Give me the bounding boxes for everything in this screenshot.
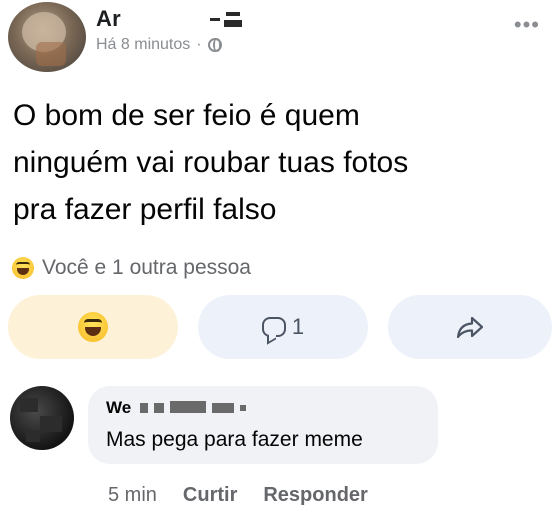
- haha-icon: [12, 257, 34, 279]
- like-comment-link[interactable]: Curtir: [183, 484, 237, 507]
- commenter-name-redaction: [140, 401, 264, 415]
- author-name[interactable]: Ar: [96, 6, 121, 32]
- post-meta: Há 8 minutos ·: [96, 36, 222, 54]
- comment-icon: [261, 317, 286, 337]
- author-avatar[interactable]: [8, 2, 86, 72]
- commenter-name[interactable]: We: [106, 398, 131, 418]
- post-text: O bom de ser feio é quem ninguém vai rou…: [13, 99, 409, 226]
- comment-actions: 5 min Curtir Responder: [108, 484, 368, 507]
- comment-count: 1: [291, 314, 305, 339]
- share-button[interactable]: [388, 295, 552, 359]
- reactions-summary-text: Você e 1 outra pessoa: [42, 256, 251, 279]
- comment-bubble: [88, 386, 438, 464]
- comment-time[interactable]: 5 min: [108, 484, 157, 507]
- comment-button[interactable]: 1: [198, 295, 368, 359]
- react-button[interactable]: [8, 295, 178, 359]
- share-icon: [456, 316, 484, 339]
- avatar-blur: [36, 42, 66, 66]
- facebook-post: Ar Há 8 minutos · ••• O bom de ser feio …: [0, 0, 552, 514]
- post-time[interactable]: Há 8 minutos: [96, 36, 190, 54]
- comment-text: Mas pega para fazer meme: [106, 428, 363, 451]
- meta-separator: ·: [196, 36, 202, 53]
- reactions-summary[interactable]: Você e 1 outra pessoa: [12, 256, 251, 280]
- haha-icon: [78, 312, 108, 342]
- reply-comment-link[interactable]: Responder: [263, 484, 367, 507]
- name-redaction: [208, 12, 242, 28]
- more-icon[interactable]: •••: [514, 14, 540, 36]
- commenter-avatar[interactable]: [10, 386, 74, 450]
- globe-icon: [207, 38, 222, 52]
